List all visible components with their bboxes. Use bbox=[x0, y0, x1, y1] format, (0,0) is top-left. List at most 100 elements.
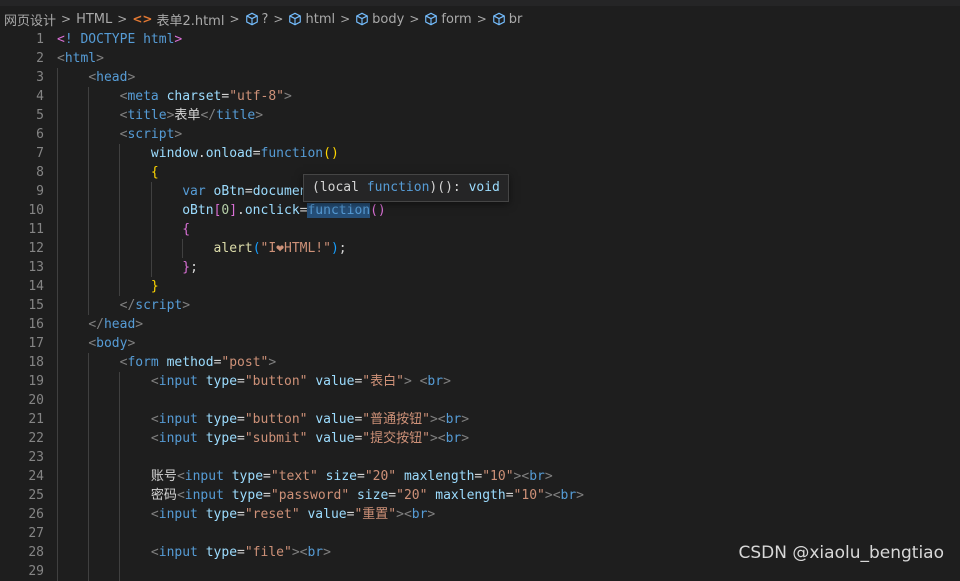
breadcrumb-item[interactable]: br bbox=[492, 12, 522, 27]
code-token: type bbox=[205, 545, 238, 560]
code-token: script bbox=[135, 298, 183, 313]
code-line[interactable]: <input type="reset" value="重置"><br> bbox=[57, 505, 584, 524]
code-token: = bbox=[237, 545, 245, 560]
code-token: "20" bbox=[364, 469, 397, 484]
code-line[interactable]: 账号<input type="text" size="20" maxlength… bbox=[57, 467, 584, 486]
code-line[interactable]: <script> bbox=[57, 125, 584, 144]
code-lines[interactable]: <! DOCTYPE html> <html> <head> <meta char… bbox=[57, 30, 584, 581]
code-token: </ bbox=[200, 108, 217, 123]
line-number: 28 bbox=[28, 545, 44, 560]
breadcrumb-item[interactable]: form bbox=[424, 12, 472, 27]
code-line[interactable]: <meta charset="utf-8"> bbox=[57, 87, 584, 106]
code-token: . bbox=[237, 203, 245, 218]
code-line[interactable]: <! DOCTYPE html> bbox=[57, 30, 584, 49]
code-line[interactable]: </script> bbox=[57, 296, 584, 315]
code-token: < bbox=[57, 32, 65, 47]
breadcrumb-item[interactable]: 网页设计 bbox=[4, 10, 56, 29]
breadcrumb-item[interactable]: body bbox=[355, 12, 404, 27]
code-line[interactable]: alert("I❤HTML!"); bbox=[57, 239, 584, 258]
code-line[interactable]: window.onload=function() bbox=[57, 144, 584, 163]
code-token: < bbox=[150, 412, 159, 427]
code-token: = bbox=[237, 507, 245, 522]
code-token: . bbox=[197, 146, 206, 161]
indent-guide bbox=[119, 220, 121, 239]
line-number: 14 bbox=[28, 279, 44, 294]
code-token: "button" bbox=[244, 374, 308, 389]
code-line[interactable]: <form method="post"> bbox=[57, 353, 584, 372]
code-token: input bbox=[158, 507, 198, 522]
code-line[interactable] bbox=[57, 448, 584, 467]
code-token: br bbox=[307, 545, 324, 560]
code-token: > bbox=[544, 469, 553, 484]
code-token: > bbox=[135, 317, 144, 332]
code-line[interactable]: <input type="button" value="表白"> <br> bbox=[57, 372, 584, 391]
code-token: body bbox=[96, 336, 128, 351]
code-line[interactable]: <input type="file"><br> bbox=[57, 543, 584, 562]
code-line[interactable] bbox=[57, 562, 584, 581]
indent-guide bbox=[88, 505, 90, 524]
indent-guide bbox=[88, 144, 90, 163]
code-token: > bbox=[443, 374, 451, 389]
chevron-right-icon: > bbox=[273, 12, 284, 26]
code-line[interactable]: }; bbox=[57, 258, 584, 277]
code-token: > bbox=[396, 507, 404, 522]
code-token: } bbox=[182, 260, 191, 275]
code-line[interactable]: <body> bbox=[57, 334, 584, 353]
line-number: 4 bbox=[36, 89, 44, 104]
code-line[interactable] bbox=[57, 391, 584, 410]
code-token: br bbox=[411, 507, 428, 522]
breadcrumb-item[interactable]: html bbox=[288, 12, 335, 27]
code-token: ! DOCTYPE html bbox=[64, 32, 175, 47]
code-token: < bbox=[150, 507, 159, 522]
code-line[interactable] bbox=[57, 524, 584, 543]
code-token: br bbox=[529, 469, 545, 484]
code-token: html bbox=[64, 51, 97, 66]
code-line[interactable]: <input type="submit" value="提交按钮"><br> bbox=[57, 429, 584, 448]
code-token: () bbox=[370, 203, 386, 218]
breadcrumb-item[interactable]: HTML bbox=[76, 12, 112, 27]
indent-guide bbox=[119, 239, 121, 258]
breadcrumb-item[interactable]: ? bbox=[245, 12, 268, 27]
breadcrumb-item[interactable]: <> 表单2.html bbox=[132, 10, 224, 29]
line-number: 5 bbox=[36, 108, 44, 123]
code-token: < bbox=[150, 545, 159, 560]
code-line[interactable]: { bbox=[57, 220, 584, 239]
indent-guide bbox=[57, 144, 58, 163]
code-token: > bbox=[576, 488, 584, 503]
code-line[interactable]: <html> bbox=[57, 49, 584, 68]
code-token: = bbox=[237, 431, 245, 446]
code-line[interactable]: </head> bbox=[57, 315, 584, 334]
code-token: oBtn bbox=[182, 203, 214, 218]
indent-guide bbox=[57, 106, 58, 125]
indent-guide bbox=[88, 182, 90, 201]
code-line[interactable]: } bbox=[57, 277, 584, 296]
code-token: > bbox=[461, 431, 470, 446]
code-line[interactable]: <title>表单</title> bbox=[57, 106, 584, 125]
code-token: < bbox=[88, 70, 97, 85]
watermark: CSDN @xiaolu_bengtiao bbox=[738, 543, 945, 563]
code-token: > bbox=[182, 298, 191, 313]
code-line[interactable]: <head> bbox=[57, 68, 584, 87]
code-token: input bbox=[158, 545, 198, 560]
code-editor[interactable]: 1 2 3 4 5 6 7 8 9 10 11 12 13 14 15 16 17 18 19 20 21 22 23 24 2… bbox=[0, 30, 960, 581]
code-token: < bbox=[437, 412, 446, 427]
code-line[interactable]: oBtn[0].onclick=function() bbox=[57, 201, 584, 220]
code-token: < bbox=[150, 431, 159, 446]
tooltip-token: function bbox=[366, 180, 430, 195]
code-token: size bbox=[356, 488, 389, 503]
code-token: "I❤HTML!" bbox=[260, 241, 331, 256]
code-line[interactable]: 密码<input type="password" size="20" maxle… bbox=[57, 486, 584, 505]
code-line[interactable]: <input type="button" value="普通按钮"><br> bbox=[57, 410, 584, 429]
indent-guide bbox=[88, 372, 90, 391]
indent-guide bbox=[57, 68, 58, 87]
breadcrumb: 网页设计 > HTML > <> 表单2.html >? > html > body > form > br bbox=[0, 8, 960, 30]
breadcrumb-label: 网页设计 bbox=[4, 13, 57, 29]
